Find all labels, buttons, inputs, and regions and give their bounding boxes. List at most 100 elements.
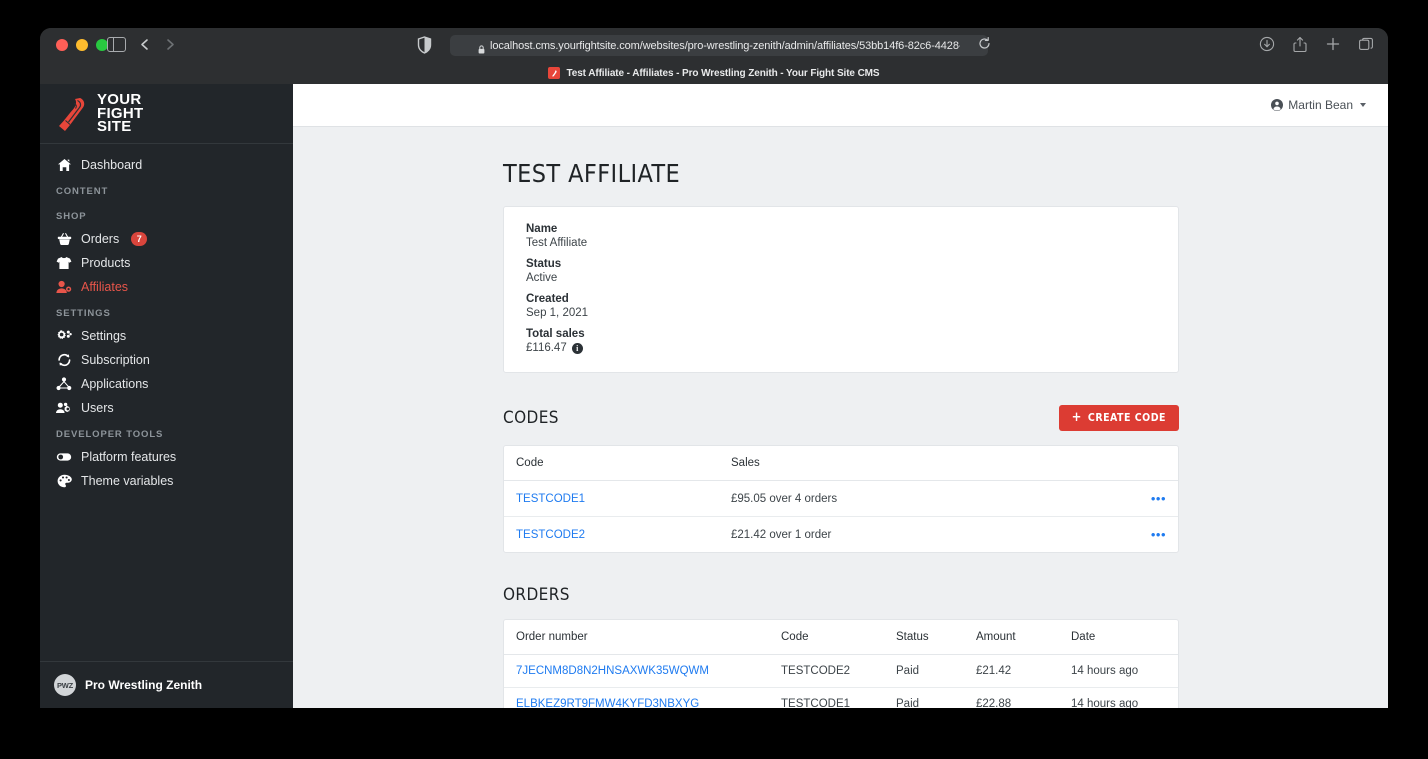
- row-actions-icon[interactable]: •••: [1138, 480, 1178, 517]
- orders-table: Order number Code Status Amount Date 7JE…: [504, 620, 1178, 708]
- sidebar-section-developer-tools: DEVELOPER TOOLS: [56, 429, 164, 440]
- shirt-icon: [56, 256, 72, 271]
- browser-toolbar: localhost.cms.yourfightsite.com/websites…: [40, 28, 1388, 62]
- sidebar-item-orders[interactable]: Orders 7: [40, 227, 293, 251]
- app-topbar: Martin Bean: [293, 84, 1388, 127]
- user-menu-label: Martin Bean: [1288, 98, 1353, 112]
- orders-table-card: Order number Code Status Amount Date 7JE…: [503, 619, 1179, 708]
- page-title: TEST AFFILIATE: [503, 159, 681, 188]
- sidebar-item-settings[interactable]: Settings: [40, 324, 293, 348]
- detail-label: Status: [526, 258, 562, 270]
- codes-title: CODES: [503, 408, 559, 428]
- code-link-label: TESTCODE1: [516, 492, 586, 505]
- sidebar-item-affiliates[interactable]: Affiliates: [40, 275, 293, 299]
- table-row: TESTCODE2 £21.42 over 1 order •••: [504, 517, 1178, 553]
- tab-overview-icon[interactable]: [1358, 36, 1374, 53]
- detail-value: £116.47 i: [526, 342, 1156, 354]
- orders-table-header-row: Order number Code Status Amount Date: [504, 620, 1178, 655]
- sidebar-item-users[interactable]: Users: [40, 396, 293, 420]
- sidebar-section-shop: SHOP: [56, 211, 87, 222]
- sidebar-item-label: Products: [81, 256, 131, 270]
- window-controls[interactable]: [56, 39, 108, 51]
- lock-icon: [478, 41, 485, 54]
- sidebar-item-label: Settings: [81, 329, 127, 343]
- code-link[interactable]: TESTCODE1: [504, 480, 719, 517]
- create-code-label: CREATE CODE: [1087, 412, 1166, 424]
- privacy-shield-icon[interactable]: [417, 36, 432, 54]
- sidebar-item-label: Subscription: [81, 353, 150, 367]
- forward-icon[interactable]: [163, 37, 177, 52]
- code-link-label: TESTCODE2: [516, 528, 586, 541]
- new-tab-icon[interactable]: [1325, 36, 1341, 53]
- affiliate-detail-fields: Name Test Affiliate Status Active Created Sep…: [526, 223, 1156, 354]
- basket-icon: [56, 232, 72, 247]
- detail-value-text: Active: [526, 272, 558, 284]
- sidebar-item-applications[interactable]: Applications: [40, 372, 293, 396]
- sidebar-item-label: Dashboard: [81, 158, 143, 172]
- sidebar-item-products[interactable]: Products: [40, 251, 293, 275]
- sidebar-item-theme-variables[interactable]: Theme variables: [40, 469, 293, 493]
- logo-line-3: SITE: [97, 118, 132, 136]
- address-bar-url: localhost.cms.yourfightsite.com/websites…: [490, 39, 960, 52]
- detail-label: Created: [526, 293, 569, 305]
- order-number-link[interactable]: 7JECNM8D8N2HNSAXWK35WQWM: [504, 654, 769, 688]
- sidebar-item-label: Platform features: [81, 450, 177, 464]
- sidebar-item-label: Applications: [81, 377, 149, 391]
- detail-value-text: Test Affiliate: [526, 237, 588, 249]
- sidebar-section-content: CONTENT: [56, 186, 109, 197]
- page-content: TEST AFFILIATE Name Test Affiliate Status A…: [293, 127, 1388, 708]
- orders-section-header: ORDERS: [503, 585, 1179, 605]
- codes-table-card: Code Sales TESTCODE1 £95.05 over 4 orders…: [503, 445, 1179, 553]
- order-status: Paid: [884, 654, 964, 688]
- gears-icon: [56, 329, 72, 344]
- home-icon: [56, 158, 72, 173]
- code-sales: £95.05 over 4 orders: [719, 480, 1138, 517]
- sidebar-item-dashboard[interactable]: Dashboard: [40, 153, 293, 177]
- sidebar-item-subscription[interactable]: Subscription: [40, 348, 293, 372]
- order-number-label: 7JECNM8D8N2HNSAXWK35WQWM: [516, 665, 709, 677]
- tab-strip: Test Affiliate - Affiliates - Pro Wrestl…: [40, 62, 1388, 84]
- users-cog-icon: [56, 401, 72, 416]
- app-logo[interactable]: YOUR FIGHT SITE: [40, 84, 293, 144]
- orders-col-amount: Amount: [964, 620, 1059, 655]
- table-row: ELBKEZ9RT9FMW4KYFD3NBXYG TESTCODE1 Paid £22…: [504, 687, 1178, 708]
- order-code: TESTCODE2: [769, 654, 884, 688]
- codes-table-header-row: Code Sales: [504, 446, 1178, 481]
- toggle-icon: [56, 450, 72, 465]
- row-actions-icon[interactable]: •••: [1138, 517, 1178, 553]
- info-icon[interactable]: i: [571, 342, 583, 354]
- detail-field-name: Name Test Affiliate: [526, 223, 1156, 249]
- share-icon[interactable]: [1292, 36, 1308, 53]
- sidebar-toggle-icon[interactable]: [107, 37, 126, 52]
- back-icon[interactable]: [138, 37, 152, 52]
- browser-tab[interactable]: Test Affiliate - Affiliates - Pro Wrestl…: [40, 62, 1388, 84]
- app-main: Martin Bean TEST AFFILIATE Name Test Affi…: [293, 84, 1388, 708]
- user-circle-icon: [1271, 99, 1284, 111]
- table-row: 7JECNM8D8N2HNSAXWK35WQWM TESTCODE2 Paid £21…: [504, 654, 1178, 688]
- screen: localhost.cms.yourfightsite.com/websites…: [0, 0, 1428, 759]
- minimize-window-button[interactable]: [76, 39, 88, 51]
- sidebar-nav: Dashboard CONTENT SHOP Orders 7 Products Affil…: [40, 144, 293, 661]
- orders-table-body: 7JECNM8D8N2HNSAXWK35WQWM TESTCODE2 Paid £21…: [504, 654, 1178, 708]
- chevron-down-icon: [1360, 103, 1366, 107]
- create-code-button[interactable]: + CREATE CODE: [1058, 405, 1179, 431]
- user-menu[interactable]: Martin Bean: [1271, 98, 1366, 112]
- sidebar-item-badge: 7: [131, 232, 148, 246]
- site-favicon: [548, 67, 561, 79]
- download-icon[interactable]: [1259, 36, 1275, 53]
- close-window-button[interactable]: [56, 39, 68, 51]
- page-viewport: YOUR FIGHT SITE Dashboard CONTENT SHOP Orde…: [40, 84, 1388, 708]
- address-bar[interactable]: localhost.cms.yourfightsite.com/websites…: [450, 35, 988, 56]
- reload-icon[interactable]: [978, 37, 991, 50]
- detail-value: Active: [526, 272, 1156, 284]
- sidebar-site-switcher[interactable]: PWZ Pro Wrestling Zenith: [40, 661, 293, 708]
- fist-logo-icon: [56, 95, 90, 133]
- order-number-label: ELBKEZ9RT9FMW4KYFD3NBXYG: [516, 698, 700, 708]
- code-link[interactable]: TESTCODE2: [504, 517, 719, 553]
- order-number-link[interactable]: ELBKEZ9RT9FMW4KYFD3NBXYG: [504, 687, 769, 708]
- order-amount: £21.42: [964, 654, 1059, 688]
- sidebar-item-platform-features[interactable]: Platform features: [40, 445, 293, 469]
- codes-col-code: Code: [504, 446, 719, 481]
- tab-title: Test Affiliate - Affiliates - Pro Wrestl…: [566, 67, 880, 79]
- content-container: TEST AFFILIATE Name Test Affiliate Status A…: [503, 159, 1179, 708]
